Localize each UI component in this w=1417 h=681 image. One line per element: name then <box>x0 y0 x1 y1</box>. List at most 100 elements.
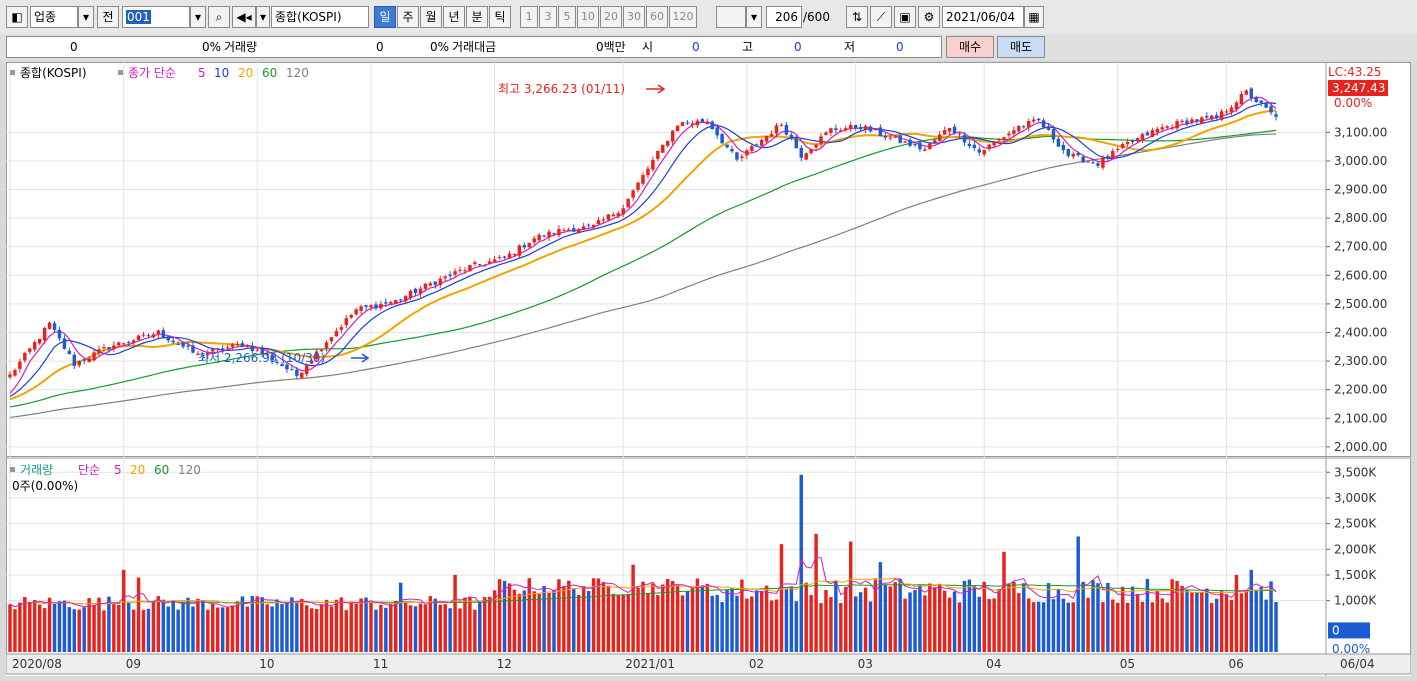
interval-button-60[interactable]: 60 <box>646 6 668 28</box>
period-button-2[interactable]: 월 <box>420 6 442 28</box>
candle-body <box>1170 127 1174 129</box>
volume-bar <box>171 600 175 652</box>
candle-body <box>1051 129 1056 140</box>
candle-body <box>23 352 27 361</box>
volume-bar <box>1249 569 1254 652</box>
interval-button-20[interactable]: 20 <box>600 6 622 28</box>
volume-bar <box>260 597 264 652</box>
date-input[interactable]: 2021/06/04 <box>942 6 1024 28</box>
blank-dropdown-icon[interactable]: ▾ <box>746 6 762 28</box>
volume-bar <box>789 586 794 652</box>
interval-button-1[interactable]: 1 <box>520 6 538 28</box>
candle-body <box>176 344 180 346</box>
candle-body <box>161 330 166 338</box>
volume-bar <box>616 594 621 652</box>
candle-body <box>156 330 161 335</box>
candle-body <box>512 254 517 256</box>
interval-button-5[interactable]: 5 <box>558 6 576 28</box>
volume-bar <box>774 599 779 652</box>
volume-bar <box>1200 592 1204 652</box>
x-tick-label: 12 <box>497 657 512 671</box>
volume-bar <box>1165 602 1169 652</box>
interval-button-3[interactable]: 3 <box>539 6 557 28</box>
count-input[interactable]: 206 <box>766 6 802 28</box>
volume-bar <box>290 597 294 652</box>
period-button-4[interactable]: 분 <box>466 6 488 28</box>
volume-bar <box>1096 583 1100 652</box>
price-tick-label: 2,800.00 <box>1334 211 1387 225</box>
stock-chart[interactable]: 3,100.00 3,000.00 2,900.00 2,800.00 2,700.00… <box>6 62 1411 676</box>
candle-body <box>626 198 630 208</box>
buy-button[interactable]: 매수 <box>946 36 994 58</box>
interval-button-10[interactable]: 10 <box>577 6 599 28</box>
save-icon[interactable]: ▣ <box>894 6 916 28</box>
candle-body <box>245 345 250 347</box>
volume-bar <box>1036 601 1041 652</box>
volume-bar <box>507 583 512 652</box>
candle-body <box>136 335 141 340</box>
draw-tool-icon[interactable]: ⟋ <box>870 6 892 28</box>
volume-bar <box>408 605 413 652</box>
volume-bar <box>700 585 705 652</box>
volume-bar <box>92 605 96 652</box>
volume-bar <box>903 598 907 652</box>
prev-button[interactable]: 전 <box>97 6 119 28</box>
volume-bar <box>97 597 101 652</box>
candle-body <box>77 360 81 366</box>
gear-icon[interactable]: ⚙ <box>918 6 940 28</box>
interval-button-30[interactable]: 30 <box>623 6 645 28</box>
volume-bar <box>369 602 373 652</box>
volume-bar <box>77 609 81 652</box>
candle-body <box>883 136 888 138</box>
volume-bar <box>161 599 166 652</box>
volume-bar <box>42 608 47 652</box>
interval-button-120[interactable]: 120 <box>669 6 697 28</box>
candle-body <box>171 340 175 343</box>
volume-bar <box>1081 581 1085 652</box>
volume-bar <box>1012 581 1016 652</box>
candle-body <box>908 139 912 146</box>
volume-bar <box>868 601 873 652</box>
volume-bar <box>611 593 616 652</box>
code-input-text: 001 <box>126 10 151 24</box>
volume-last-label: 0 <box>1332 623 1340 637</box>
volume-bar <box>47 597 52 652</box>
period-button-5[interactable]: 틱 <box>489 6 511 28</box>
code-input[interactable]: 001 <box>122 6 190 28</box>
period-button-0[interactable]: 일 <box>374 6 396 28</box>
volume-bar <box>443 604 447 652</box>
volume-bar <box>586 590 591 652</box>
window-icon[interactable]: ◧ <box>6 6 28 28</box>
search-icon[interactable]: ⌕ <box>208 6 230 28</box>
candle-body <box>1229 107 1234 112</box>
category-dropdown-icon[interactable]: ▾ <box>78 6 94 28</box>
speaker-dropdown-icon[interactable]: ▾ <box>256 6 270 28</box>
candle-type-icon[interactable]: ⇅ <box>846 6 868 28</box>
volume-bar <box>1269 581 1273 652</box>
candle-body <box>656 150 660 159</box>
candle-body <box>992 141 996 146</box>
blank-select[interactable] <box>716 6 746 28</box>
sell-button[interactable]: 매도 <box>997 36 1045 58</box>
candle-body <box>225 347 230 349</box>
candle-body <box>324 342 329 348</box>
candle-body <box>576 229 581 234</box>
candle-body <box>804 153 808 160</box>
volume-label: 거래량 <box>224 40 258 54</box>
last-pct-label: 0.00% <box>1334 96 1372 110</box>
volume-ma-period: 20 <box>130 463 145 477</box>
period-button-1[interactable]: 주 <box>397 6 419 28</box>
period-button-3[interactable]: 년 <box>443 6 465 28</box>
candle-body <box>947 128 952 132</box>
category-select[interactable]: 업종 <box>30 6 78 28</box>
volume-bar <box>126 602 131 652</box>
code-dropdown-icon[interactable]: ▾ <box>190 6 206 28</box>
volume-bar <box>804 582 808 652</box>
volume-bar <box>1071 602 1075 652</box>
calendar-icon[interactable]: ▦ <box>1024 6 1044 28</box>
speaker-icon[interactable]: ◀◂ <box>232 6 256 28</box>
candle-body <box>32 342 37 350</box>
candle-body <box>1190 119 1194 123</box>
volume-bar <box>764 585 769 652</box>
volume-bar <box>596 578 601 652</box>
